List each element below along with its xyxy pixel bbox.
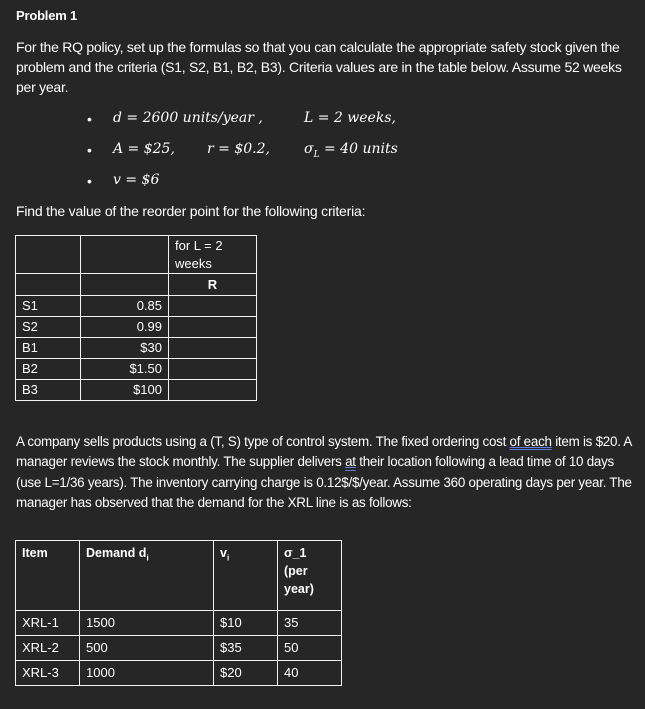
bullet-2-symbol: • [87,142,92,158]
criteria-header-lead-time: for L = 2 weeks [168,235,257,274]
table-row: S2 0.99 [15,316,257,338]
item-cell: XRL-1 [15,610,80,636]
formula-demand: d = 2600 units/year , [113,110,263,126]
criteria-r-cell [168,295,257,317]
demand-cell: 1000 [79,660,214,686]
table-row: S1 0.85 [15,295,257,317]
grammar-flag-at[interactable]: at [345,454,356,469]
table-row: XRL-3 1000 $20 40 [15,660,342,686]
value-cell: $20 [213,660,278,686]
formula-order-cost: A = $25, [113,141,175,157]
criteria-r-cell [168,358,257,380]
criteria-value: $1.50 [80,358,169,380]
problem-intro: For the RQ policy, set up the formulas s… [16,39,622,95]
criteria-label: S1 [15,295,81,317]
formula-sigma-l: σL = 40 units [304,141,398,160]
criteria-header-line1: for L = 2 [175,238,223,253]
criteria-label: S2 [15,316,81,338]
value-cell: $10 [213,610,278,636]
bullet-1-symbol: • [87,111,92,127]
table-row: XRL-2 500 $35 50 [15,635,342,661]
table-row: B1 $30 [15,337,257,359]
table-row: B2 $1.50 [15,358,257,380]
criteria-label: B2 [15,358,81,380]
bullet-3-symbol: • [87,173,92,189]
sigma-cell: 35 [277,610,342,636]
criteria-label: B1 [15,337,81,359]
demand-cell: 500 [79,635,214,661]
find-instruction: Find the value of the reorder point for … [16,203,366,219]
criteria-r-cell [168,316,257,338]
value-cell: $35 [213,635,278,661]
criteria-header-line2: weeks [175,256,212,271]
item-cell: XRL-2 [15,635,80,661]
criteria-header-empty-2 [80,235,169,274]
criteria-r-header: R [168,273,257,296]
header-demand: Demand di [79,540,214,611]
formula-carrying-rate: r = $0.2, [207,141,270,157]
sigma-cell: 50 [277,635,342,661]
problem-title: Problem 1 [16,8,78,23]
criteria-value: 0.85 [80,295,169,317]
criteria-subheader-row: R [15,273,257,296]
criteria-value: $100 [80,379,169,401]
demand-table: Item Demand di vi σ_1 (per year) XRL-1 1… [15,540,342,686]
criteria-value: 0.99 [80,316,169,338]
criteria-header-empty-1 [15,235,81,274]
criteria-value: $30 [80,337,169,359]
criteria-label: B3 [15,379,81,401]
sigma-cell: 40 [277,660,342,686]
formula-unit-value: v = $6 [113,172,160,188]
demand-cell: 1500 [79,610,214,636]
criteria-header-row: for L = 2 weeks [15,235,257,274]
criteria-r-cell [168,379,257,401]
header-unit-value: vi [213,540,278,611]
header-item: Item [15,540,80,611]
criteria-r-cell [168,337,257,359]
item-cell: XRL-3 [15,660,80,686]
table-row: XRL-1 1500 $10 35 [15,610,342,636]
demand-header-row: Item Demand di vi σ_1 (per year) [15,540,342,611]
grammar-flag-of-each[interactable]: of each [510,434,552,449]
formula-lead-time: L = 2 weeks, [304,110,396,126]
table-row: B3 $100 [15,379,257,401]
header-sigma: σ_1 (per year) [277,540,342,611]
criteria-table: for L = 2 weeks R S1 0.85 S2 0.99 B1 $30… [15,235,257,401]
problem2-description: A company sells products using a (T, S) … [16,434,632,510]
